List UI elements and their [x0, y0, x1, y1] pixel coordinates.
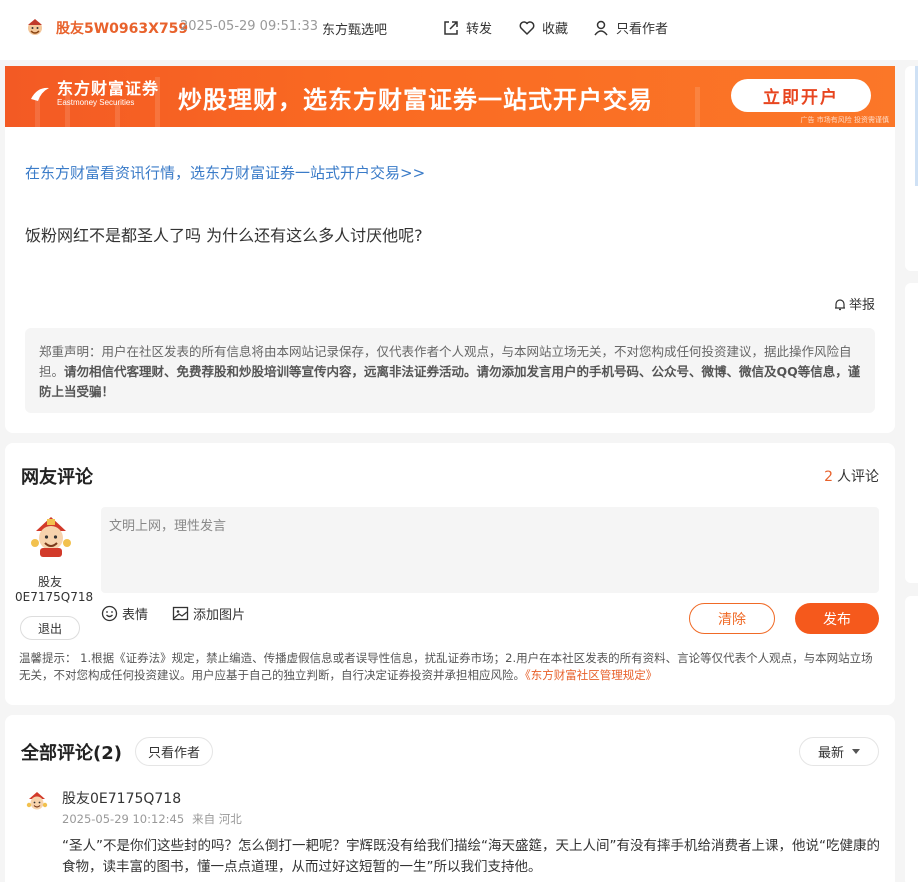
post-time: 2025-05-29 09:51:33	[180, 19, 319, 34]
favorite-button[interactable]: 收藏	[518, 18, 568, 37]
promo-link[interactable]: 在东方财富看资讯行情，选东方财富证券一站式开户交易>>	[25, 162, 425, 183]
comment-count: 2 人评论	[824, 466, 879, 486]
smile-icon	[101, 605, 118, 622]
tips: 温馨提示： 1.根据《证券法》规定，禁止编造、传播虚假信息或者误导性信息，扰乱证…	[19, 650, 881, 684]
comment-count-suffix: 人评论	[837, 469, 879, 485]
comment-meta: 2025-05-29 10:12:45 来自 河北	[62, 811, 242, 827]
ad-banner[interactable]: 东方财富证券 Eastmoney Securities 炒股理财，选东方财富证券…	[5, 66, 895, 127]
chevron-down-icon	[852, 749, 860, 754]
comment-location: 来自 河北	[192, 812, 242, 826]
commenter-avatar[interactable]	[25, 789, 49, 813]
all-comments-title: 全部评论(2)	[21, 743, 122, 764]
add-image-label: 添加图片	[193, 608, 246, 623]
comment-section-title: 网友评论	[21, 467, 93, 488]
disclaimer: 郑重声明：用户在社区发表的所有信息将由本网站记录保存，仅代表作者个人观点，与本网…	[25, 328, 875, 413]
community-rules-link[interactable]: 《东方财富社区管理规定》	[525, 668, 657, 682]
emoji-label: 表情	[122, 608, 149, 623]
only-author-top-button[interactable]: 只看作者	[592, 18, 668, 37]
share-label: 转发	[466, 22, 493, 37]
share-icon	[444, 20, 458, 35]
post-card: 东方财富证券 Eastmoney Securities 炒股理财，选东方财富证券…	[5, 66, 895, 433]
ad-tag: 广告 市场有风险 投资需谨慎	[800, 116, 889, 124]
logout-button[interactable]: 退出	[20, 616, 80, 640]
favorite-label: 收藏	[542, 22, 569, 37]
logo-en: Eastmoney Securities	[57, 98, 135, 107]
sort-label: 最新	[817, 746, 844, 761]
add-image-button[interactable]: 添加图片	[172, 604, 245, 623]
post-body: 饭粉网红不是都圣人了吗 为什么还有这么多人讨厌他呢?	[25, 226, 423, 245]
eastmoney-logo: 东方财富证券 Eastmoney Securities	[29, 80, 159, 108]
open-account-button[interactable]: 立即开户	[731, 79, 871, 112]
board-name[interactable]: 东方甄选吧	[322, 19, 387, 38]
tips-text: 温馨提示： 1.根据《证券法》规定，禁止编造、传播虚假信息或者误导性信息，扰乱证…	[19, 651, 873, 682]
comment-box-card: 网友评论 2人评论 股友0E7175Q718 退出 表情 添加图片 清除 发布 …	[5, 443, 895, 705]
comment-text: “圣人”不是你们这些封的吗？怎么倒打一耙呢？宇辉既没有给我们描绘“海天盛筵，天上…	[62, 838, 880, 875]
report-button[interactable]: 举报	[833, 294, 875, 313]
comment-count-number: 2	[824, 469, 833, 485]
image-icon	[172, 606, 189, 621]
post-header: 股友5W0963X759 2025-05-29 09:51:33 东方甄选吧 转…	[0, 0, 918, 60]
eastmoney-logo-icon	[31, 87, 49, 101]
current-user-name: 股友0E7175Q718	[15, 575, 94, 604]
share-button[interactable]: 转发	[442, 18, 492, 37]
submit-button[interactable]: 发布	[795, 603, 879, 634]
report-label: 举报	[848, 298, 875, 313]
right-sidebar-panel	[905, 596, 918, 882]
only-author-top-label: 只看作者	[616, 22, 669, 37]
heart-icon	[519, 20, 535, 35]
author-avatar[interactable]	[24, 16, 46, 38]
emoji-button[interactable]: 表情	[101, 604, 148, 623]
only-author-button[interactable]: 只看作者	[135, 737, 213, 766]
logo-cn: 东方财富证券	[57, 79, 160, 98]
comment-input[interactable]	[101, 507, 879, 593]
current-user-avatar[interactable]	[28, 513, 74, 559]
user-icon	[594, 20, 608, 35]
banner-slogan: 炒股理财，选东方财富证券一站式开户交易	[178, 86, 653, 114]
clear-button[interactable]: 清除	[689, 603, 775, 634]
all-comments-card: 全部评论(2) 只看作者 最新 股友0E7175Q718 2025-05-29 …	[5, 715, 895, 882]
author-name[interactable]: 股友5W0963X759	[56, 18, 188, 38]
right-sidebar-panel	[905, 283, 918, 583]
comment-time: 2025-05-29 10:12:45	[62, 812, 185, 826]
bell-icon	[834, 298, 845, 310]
commenter-name[interactable]: 股友0E7175Q718	[62, 788, 181, 808]
disclaimer-warning: 请勿相信代客理财、免费荐股和炒股培训等宣传内容，远离非法证券活动。请勿添加发言用…	[39, 364, 861, 399]
right-sidebar-panel	[905, 66, 918, 271]
sort-dropdown[interactable]: 最新	[799, 737, 879, 766]
